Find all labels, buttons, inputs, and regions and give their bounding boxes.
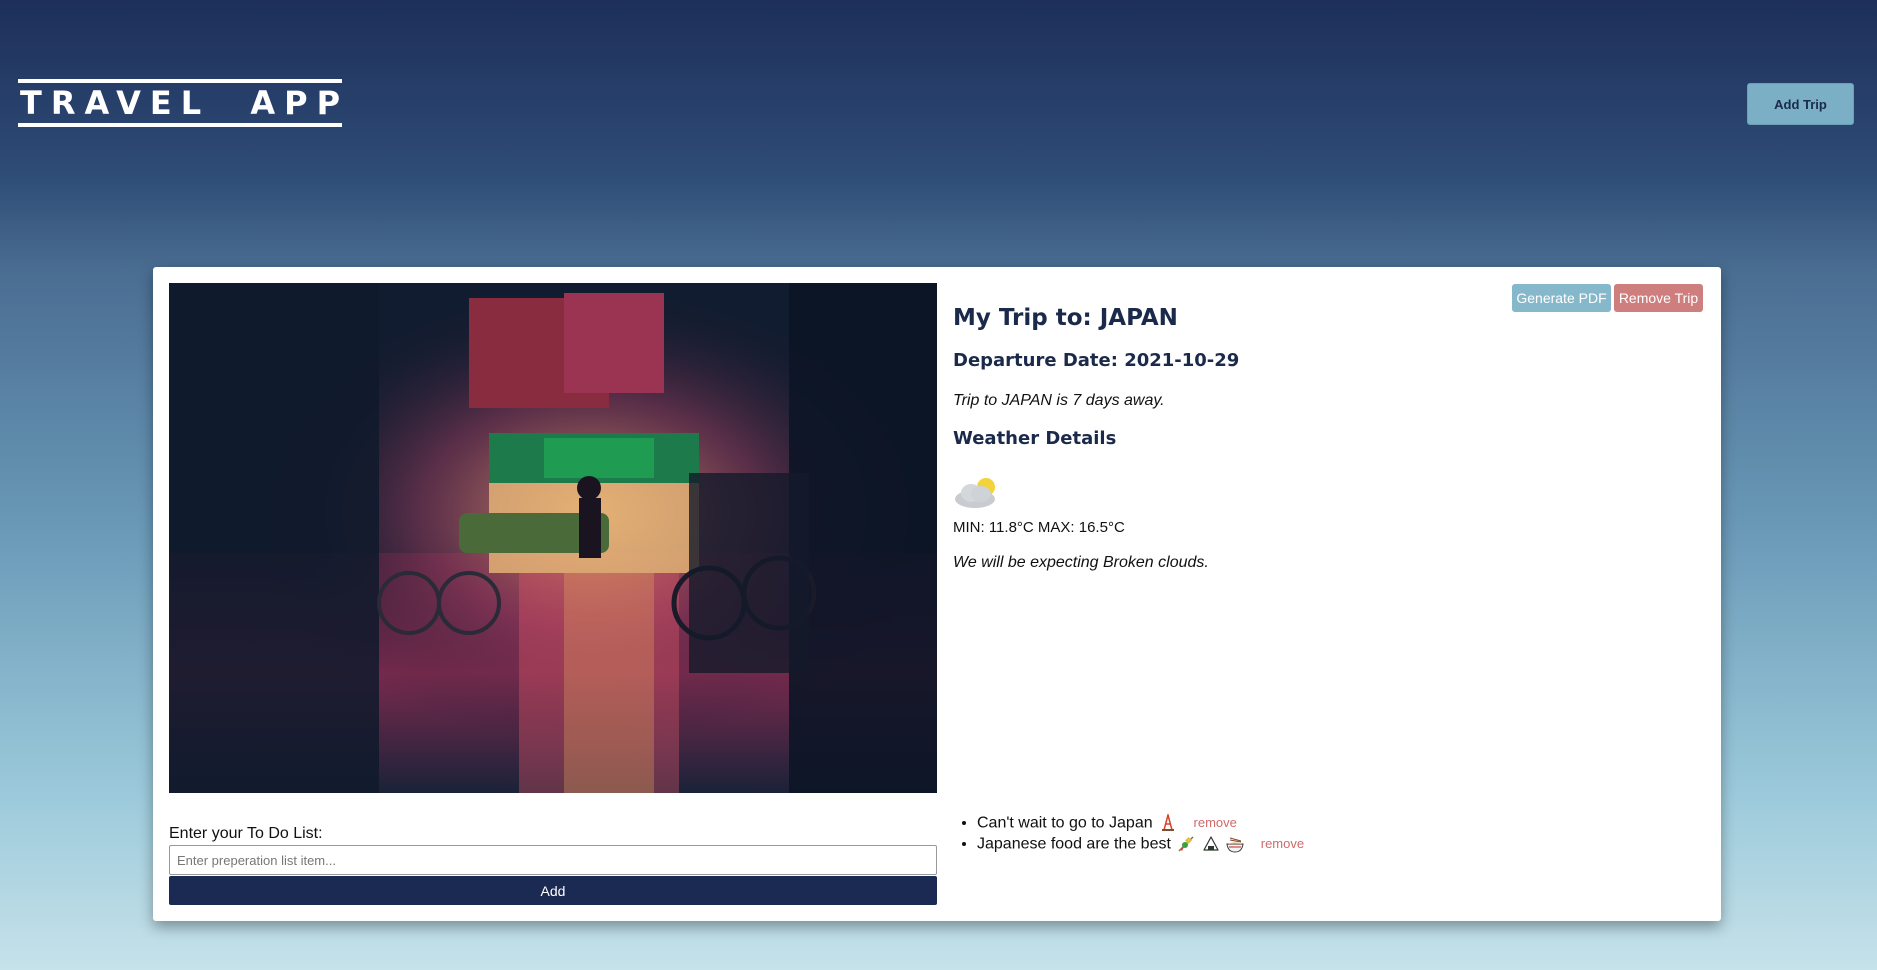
todo-input[interactable]: [169, 845, 937, 875]
remove-todo-link[interactable]: remove: [1261, 836, 1304, 851]
app-logo: TRAVEL APP: [18, 79, 342, 127]
trip-countdown: Trip to JAPAN is 7 days away.: [953, 392, 1165, 409]
todo-list: Can't wait to go to Japan remove Japanes…: [977, 812, 1304, 854]
temperature-range: MIN: 11.8°C MAX: 16.5°C: [953, 519, 1125, 536]
tokyo-tower-icon: [1162, 813, 1175, 831]
weather-heading: Weather Details: [953, 428, 1117, 449]
remove-todo-link[interactable]: remove: [1194, 815, 1237, 830]
trip-title: My Trip to: JAPAN: [953, 305, 1178, 331]
generate-pdf-button[interactable]: Generate PDF: [1512, 284, 1611, 312]
list-item: Japanese food are the best remove: [977, 833, 1304, 854]
add-trip-button[interactable]: Add Trip: [1747, 83, 1854, 125]
departure-date: Departure Date: 2021-10-29: [953, 350, 1240, 371]
broken-clouds-icon: [953, 475, 1003, 511]
add-todo-button[interactable]: Add: [169, 876, 937, 905]
todo-item-text: Japanese food are the best: [977, 835, 1171, 853]
rice-ball-icon: [1203, 836, 1219, 851]
list-item: Can't wait to go to Japan remove: [977, 812, 1304, 833]
destination-photo: [169, 283, 937, 793]
todo-label: Enter your To Do List:: [169, 825, 323, 842]
weather-forecast: We will be expecting Broken clouds.: [953, 554, 1209, 571]
oden-icon: [1178, 836, 1194, 852]
trip-card: Enter your To Do List: Add Generate PDF …: [153, 267, 1721, 921]
todo-item-text: Can't wait to go to Japan: [977, 814, 1153, 832]
remove-trip-button[interactable]: Remove Trip: [1614, 284, 1703, 312]
ramen-icon: [1226, 837, 1244, 853]
